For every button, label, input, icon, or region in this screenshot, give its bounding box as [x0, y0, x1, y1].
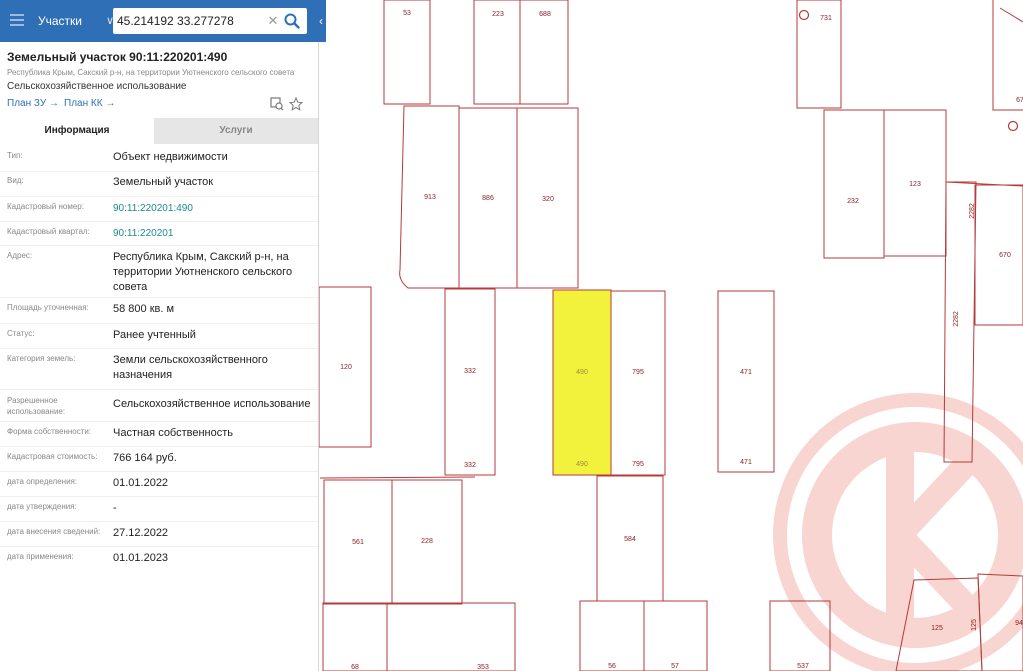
info-label: Разрешенное использование:	[7, 396, 66, 416]
label-53: 53	[403, 10, 411, 17]
menu-icon[interactable]	[10, 14, 24, 26]
locate-icon[interactable]	[270, 97, 284, 111]
star-icon[interactable]	[289, 97, 303, 111]
label-688: 688	[539, 11, 551, 18]
label-68: 68	[351, 664, 359, 671]
label-320: 320	[542, 196, 554, 203]
info-label: Статус:	[7, 329, 35, 338]
divider	[0, 323, 318, 324]
info-value: Земельный участок	[113, 176, 214, 188]
info-value: 01.01.2022	[113, 477, 169, 489]
info-value: 01.01.2023	[113, 552, 169, 564]
label-471: 471	[740, 369, 752, 376]
parcel-490-selected[interactable]	[552, 289, 612, 476]
label-332: 332	[464, 462, 476, 469]
cadastral-number-link[interactable]: 90:11:220201:490	[113, 201, 311, 216]
label-57: 57	[671, 663, 679, 670]
label-2282: 2282	[969, 203, 976, 219]
label-674: 674	[1016, 97, 1023, 104]
info-value: Республика Крым, Сакский р-н, на террито…	[113, 251, 293, 293]
label-913: 913	[424, 194, 436, 201]
label-332: 332	[464, 368, 476, 375]
info-value: 27.12.2022	[113, 527, 169, 539]
info-value: Ранее учтенный	[113, 329, 196, 341]
label-561: 561	[352, 539, 364, 546]
label-537: 537	[797, 663, 809, 670]
tab-info[interactable]: Информация	[0, 118, 154, 144]
info-label: Кадастровая стоимость:	[7, 452, 98, 461]
search-bar: Участки ∨ 45.214192 33.277278 ✕	[0, 0, 318, 42]
info-label: Вид:	[7, 176, 24, 185]
parcel-usage: Сельскохозяйственное использование	[7, 81, 187, 92]
info-label: Форма собственности:	[7, 427, 92, 436]
label-228: 228	[421, 538, 433, 545]
collapse-panel-button[interactable]: ‹	[316, 0, 326, 42]
label-471: 471	[740, 459, 752, 466]
label-232: 232	[847, 198, 859, 205]
tab-services[interactable]: Услуги	[154, 118, 318, 144]
divider	[0, 196, 318, 197]
label-125: 125	[931, 625, 943, 632]
divider	[0, 446, 318, 447]
info-label: Тип:	[7, 151, 23, 160]
divider	[0, 171, 318, 172]
info-value: 766 164 руб.	[113, 452, 177, 464]
label-795: 795	[632, 369, 644, 376]
info-label: дата применения:	[7, 552, 74, 561]
cadastral-quarter-link[interactable]: 90:11:220201	[113, 226, 311, 241]
layer-select-value: Участки	[38, 14, 82, 28]
plan-kk-link[interactable]: План КК →	[64, 98, 115, 109]
info-value: Сельскохозяйственное использование	[113, 398, 311, 410]
info-value: -	[113, 502, 117, 514]
divider	[0, 421, 318, 422]
divider	[0, 389, 318, 390]
plan-zu-link[interactable]: План ЗУ →	[7, 98, 59, 109]
info-label: Кадастровый номер:	[7, 202, 84, 211]
divider	[0, 496, 318, 497]
search-icon[interactable]	[282, 9, 302, 33]
info-value: Объект недвижимости	[113, 151, 228, 163]
info-label: Кадастровый квартал:	[7, 227, 90, 236]
point-marker	[1007, 120, 1019, 132]
label-353: 353	[477, 664, 489, 671]
label-2282: 2282	[953, 311, 960, 327]
label-490: 490	[576, 461, 588, 468]
search-query: 45.214192 33.277278	[117, 14, 234, 28]
label-490: 490	[576, 369, 588, 376]
info-label: Адрес:	[7, 251, 33, 260]
label-123: 123	[909, 181, 921, 188]
label-223: 223	[492, 11, 504, 18]
divider	[0, 521, 318, 522]
info-label: дата определения:	[7, 477, 78, 486]
label-56: 56	[608, 663, 616, 670]
label-125: 125	[971, 619, 978, 631]
clear-icon[interactable]: ✕	[266, 8, 280, 34]
info-label: Площадь уточненная:	[7, 303, 89, 312]
tab-bar: Информация Услуги	[0, 118, 318, 144]
divider	[0, 546, 318, 547]
info-label: дата утверждения:	[7, 502, 77, 511]
info-value: Частная собственность	[113, 427, 234, 439]
parcel-address: Республика Крым, Сакский р-н, на террито…	[7, 68, 295, 77]
info-value: Земли сельскохозяйственного назначения	[113, 354, 268, 381]
label-795: 795	[632, 461, 644, 468]
point-marker	[798, 9, 810, 21]
info-value: 58 800 кв. м	[113, 303, 175, 315]
info-label: Категория земель:	[7, 354, 76, 363]
label-584: 584	[624, 536, 636, 543]
divider	[0, 221, 318, 222]
label-94: 94	[1015, 620, 1023, 627]
label-670: 670	[999, 252, 1011, 259]
divider	[0, 471, 318, 472]
divider	[0, 245, 318, 246]
info-label: дата внесения сведений:	[7, 527, 101, 536]
parcel-title: Земельный участок 90:11:220201:490	[7, 50, 228, 64]
divider	[0, 297, 318, 298]
layer-select[interactable]: Участки ∨	[30, 8, 118, 34]
label-120: 120	[340, 364, 352, 371]
info-panel: Участки ∨ 45.214192 33.277278 ✕ Земельны…	[0, 0, 319, 671]
label-731: 731	[820, 15, 832, 22]
label-886: 886	[482, 195, 494, 202]
divider	[0, 348, 318, 349]
